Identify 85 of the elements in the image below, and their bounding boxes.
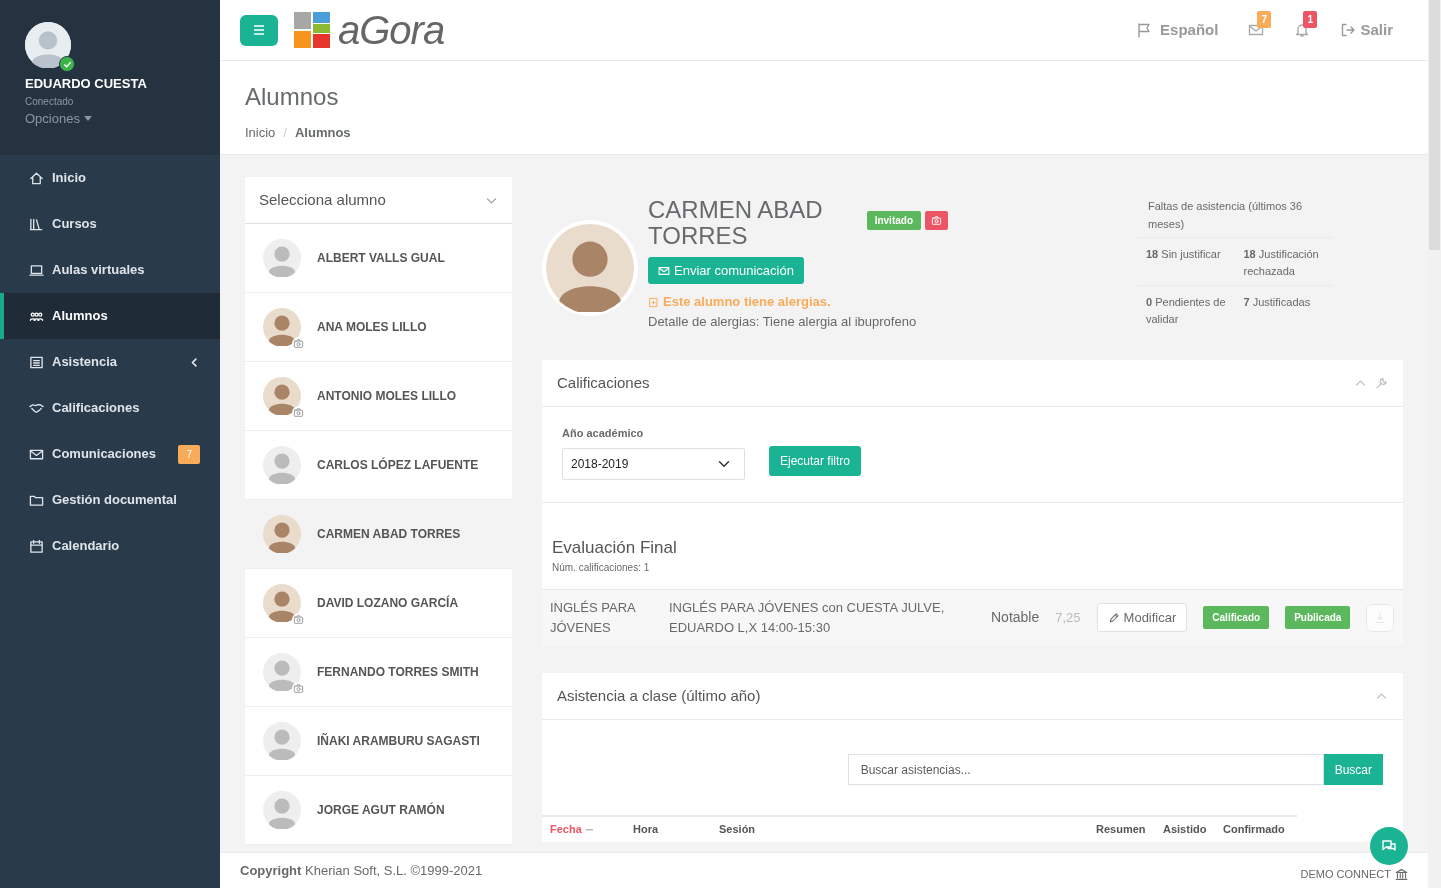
- mail-link[interactable]: [1248, 22, 1265, 38]
- absence-stat: 18 Sin justificar: [1146, 247, 1222, 262]
- wrench-icon: [1375, 376, 1388, 390]
- count-badge: 1: [1303, 11, 1318, 28]
- page-title: Alumnos: [245, 82, 339, 112]
- edit-button[interactable]: Modificar: [1096, 602, 1188, 633]
- sort-icon: [585, 827, 593, 831]
- absences-title: Faltas de asistencia (últimos 36 meses): [1138, 197, 1333, 238]
- student-name: CARMEN ABAD TORRES: [648, 197, 824, 249]
- mail-icon: [1248, 22, 1265, 38]
- section-title: Evaluación Final: [552, 536, 677, 559]
- sidebar-item[interactable]: Gestión documental: [0, 477, 220, 523]
- student-item[interactable]: DAVID LOZANO GARCÍA: [245, 569, 512, 638]
- menu-icon: [252, 24, 266, 36]
- status-tag: Publicada: [1285, 606, 1351, 629]
- student-dropdown[interactable]: Selecciona alumno: [245, 177, 512, 224]
- breadcrumb-link[interactable]: Inicio: [245, 123, 276, 143]
- allergy-detail: Detalle de alergias: Tiene alergia al ibuprofeno: [648, 312, 917, 331]
- sidebar-item[interactable]: Cursos: [0, 201, 220, 247]
- column-header[interactable]: Confirmado: [1223, 821, 1285, 838]
- breadcrumb-link[interactable]: Alumnos: [295, 123, 351, 143]
- field-label: Año académico: [562, 426, 644, 441]
- logo-icon: [294, 12, 330, 48]
- home-icon: [29, 170, 44, 186]
- breadcrumb-separator: /: [283, 124, 287, 142]
- camera-icon: [931, 214, 942, 226]
- books-icon: [29, 216, 44, 232]
- group-cell-text: INGLÉS PARA JÓVENES con CUESTA JULVE, EDUARDO L,X 14:00-15:30: [669, 599, 946, 637]
- allergy-warning: Este alumno tiene alergias.: [663, 293, 831, 312]
- student-item[interactable]: CARLOS LÓPEZ LAFUENTE: [245, 431, 512, 500]
- score-cell-text: 7,25: [1055, 608, 1081, 627]
- subject-cell-text: INGLÉS PARA JÓVENES: [550, 599, 637, 637]
- mail-icon: [658, 264, 670, 277]
- menu-button[interactable]: [240, 14, 278, 46]
- column-header[interactable]: Sesión: [719, 821, 756, 838]
- notifications-link[interactable]: [1294, 22, 1311, 38]
- student-item[interactable]: ANTONIO MOLES LILLO: [245, 362, 512, 431]
- flag-icon: [1136, 22, 1153, 38]
- chat-icon: [1381, 838, 1397, 854]
- sidebar-item[interactable]: Alumnos: [0, 293, 220, 339]
- student-item[interactable]: ALBERT VALLS GUAL: [245, 224, 512, 293]
- sidebar-item[interactable]: Calendario: [0, 523, 220, 569]
- absence-stat: 7 Justificadas: [1243, 295, 1312, 310]
- bell-icon: [1294, 22, 1311, 38]
- copyright-text: Copyright Kherian Soft, S.L. ©1999-2021: [240, 861, 483, 880]
- user-avatar: [25, 22, 71, 68]
- absence-stat: 18 Justificación rechazada: [1243, 247, 1320, 279]
- card-title: Asistencia a clase (último año): [557, 685, 761, 706]
- count-badge: 7: [1257, 11, 1272, 28]
- count-badge: 7: [178, 444, 200, 464]
- user-name: EDUARDO CUESTA: [25, 75, 148, 93]
- chat-button[interactable]: [1370, 827, 1408, 865]
- list-icon: [29, 354, 44, 370]
- absence-stat: 0 Pendientes de validar: [1146, 295, 1227, 327]
- options-menu[interactable]: Opciones: [25, 108, 92, 128]
- card-title: Calificaciones: [557, 372, 650, 393]
- student-item[interactable]: IÑAKI ARAMBURU SAGASTI: [245, 707, 512, 776]
- student-item[interactable]: JORGE AGUT RAMÓN: [245, 776, 512, 845]
- instance-name: DEMO CONNECT: [1300, 867, 1391, 883]
- sidebar-item[interactable]: Inicio: [0, 155, 220, 201]
- bank-icon: [1395, 868, 1408, 881]
- status-tag: Calificado: [1203, 606, 1270, 629]
- sidebar-item[interactable]: Asistencia: [0, 339, 220, 385]
- grade-cell-text: Notable: [991, 608, 1040, 627]
- pencil-icon: [1107, 611, 1120, 624]
- logo-text: aGora: [338, 7, 445, 54]
- column-header[interactable]: Resumen: [1096, 821, 1146, 838]
- settings-button[interactable]: [1375, 376, 1388, 390]
- status-badge: Invitado: [866, 211, 921, 230]
- column-header[interactable]: Hora: [633, 821, 659, 838]
- laptop-icon: [29, 262, 44, 278]
- calendar-icon: [29, 538, 44, 554]
- logout-icon: [1340, 22, 1357, 38]
- sidebar-item[interactable]: Calificaciones: [0, 385, 220, 431]
- sidebar-item[interactable]: Comunicaciones 7: [0, 431, 220, 477]
- student-item[interactable]: FERNANDO TORRES SMITH: [245, 638, 512, 707]
- user-status: Conectado: [25, 94, 74, 109]
- student-item[interactable]: ANA MOLES LILLO: [245, 293, 512, 362]
- grades-count: Núm. calificaciones: 1: [552, 561, 650, 575]
- caret-icon: [83, 115, 92, 121]
- medical-icon: [648, 296, 659, 308]
- year-select[interactable]: 2018-2019: [562, 447, 745, 480]
- search-field[interactable]: Buscar asistencias...: [847, 754, 1324, 785]
- column-header[interactable]: Asistido: [1163, 821, 1207, 838]
- sidebar-item[interactable]: Aulas virtuales: [0, 247, 220, 293]
